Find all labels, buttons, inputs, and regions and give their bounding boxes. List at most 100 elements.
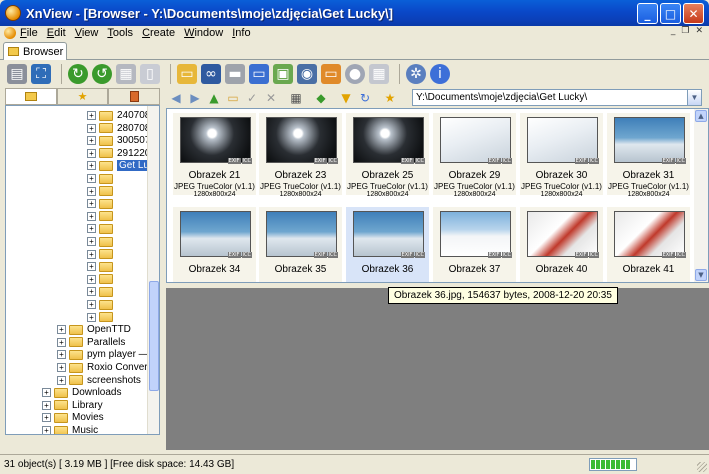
filter-icon[interactable]: ▼ — [338, 90, 354, 106]
forward-icon[interactable]: ▶ — [187, 90, 203, 106]
tree-item[interactable]: + Parallels — [57, 336, 125, 349]
back-icon[interactable]: ◀ — [168, 90, 184, 106]
preview-pane[interactable] — [166, 288, 709, 450]
maximize-button[interactable]: □ — [660, 3, 681, 24]
tab-favorites[interactable]: ★ — [56, 88, 109, 105]
close-button[interactable]: ✕ — [683, 3, 704, 24]
tree-item[interactable]: + Downloads — [42, 386, 121, 399]
tree-item[interactable]: + — [87, 273, 117, 286]
tree-item[interactable]: + screenshots — [57, 374, 141, 387]
scroll-up-icon[interactable]: ▲ — [695, 110, 707, 122]
tree-item[interactable]: + — [87, 197, 117, 210]
tree-item[interactable]: + — [87, 298, 117, 311]
expand-icon[interactable]: + — [87, 312, 96, 322]
expand-icon[interactable]: + — [87, 174, 96, 183]
tree-item[interactable]: + — [87, 222, 117, 235]
expand-icon[interactable]: + — [57, 363, 66, 372]
thumbnail-pane[interactable]: EXIF ICC Obrazek 21 JPEG TrueColor (v1.1) 12… — [166, 108, 709, 283]
thumbnail-item[interactable]: EXIF ICC Obrazek 37 — [433, 207, 516, 282]
tab-browser[interactable]: Browser — [3, 42, 67, 60]
new-folder-icon[interactable]: ▭ — [225, 90, 241, 106]
tree-item[interactable]: + — [87, 285, 117, 298]
refresh-icon[interactable]: ↻ — [68, 64, 88, 84]
menu-create[interactable]: Create — [142, 27, 175, 39]
tree-item[interactable]: +300507 — [87, 134, 150, 147]
scanner-icon[interactable]: ▤ — [7, 64, 27, 84]
sort-icon[interactable]: ◆ — [313, 90, 329, 106]
thumbnail-item[interactable]: EXIF ICC Obrazek 34 — [173, 207, 256, 282]
expand-icon[interactable]: + — [87, 211, 96, 221]
expand-icon[interactable]: + — [42, 426, 51, 434]
favorite-icon[interactable]: ★ — [382, 90, 398, 106]
menu-edit[interactable]: Edit — [47, 27, 66, 39]
tree-item[interactable]: + — [87, 185, 117, 198]
thumbnail-item[interactable]: EXIF ICC Obrazek 25 JPEG TrueColor (v1.1) 12… — [346, 113, 429, 198]
expand-icon[interactable]: + — [42, 400, 51, 410]
thumbnail-item[interactable]: EXIF ICC Obrazek 40 — [520, 207, 603, 282]
tree-scroll-thumb[interactable] — [149, 281, 159, 391]
convert-icon[interactable]: ● — [345, 64, 365, 84]
document-icon[interactable]: ▯ — [140, 64, 160, 84]
thumbnail-item[interactable]: EXIF ICC Obrazek 36 — [346, 207, 429, 282]
thumbnail-item[interactable]: EXIF ICC Obrazek 31 JPEG TrueColor (v1.1) 12… — [607, 113, 690, 198]
expand-icon[interactable]: + — [42, 388, 51, 398]
menu-file[interactable]: File — [20, 27, 38, 39]
tree-item[interactable]: + OpenTTD — [57, 323, 131, 336]
expand-icon[interactable]: + — [87, 249, 96, 259]
thumbnail-item[interactable]: EXIF ICC Obrazek 35 — [259, 207, 342, 282]
view-mode-icon[interactable]: ▦ — [288, 90, 304, 106]
xnview-app-icon[interactable] — [5, 5, 21, 21]
tree-item[interactable]: + pym player — na — [57, 348, 159, 361]
tree-item[interactable]: + — [87, 172, 117, 185]
expand-icon[interactable]: + — [87, 148, 96, 158]
tree-item[interactable]: + — [87, 311, 117, 324]
delete-icon[interactable]: ✕ — [263, 90, 279, 106]
path-dropdown-icon[interactable]: ▼ — [687, 90, 701, 105]
monitor-icon[interactable]: ▭ — [249, 64, 269, 84]
grid-icon[interactable]: ▦ — [369, 64, 389, 84]
tab-folders[interactable] — [5, 88, 57, 105]
minimize-button[interactable]: _ — [637, 3, 658, 24]
info-icon[interactable]: i — [430, 64, 450, 84]
mdi-close-icon[interactable]: ✕ — [695, 26, 703, 36]
check-icon[interactable]: ✓ — [244, 90, 260, 106]
expand-icon[interactable]: + — [87, 161, 96, 171]
resize-grip[interactable] — [697, 462, 707, 472]
expand-icon[interactable]: + — [87, 274, 96, 284]
expand-icon[interactable]: + — [87, 262, 96, 272]
expand-icon[interactable]: + — [87, 186, 96, 196]
tree-item[interactable]: + Movies — [42, 411, 104, 424]
path-field[interactable]: Y:\Documents\moje\zdjęcia\Get Lucky\ ▼ — [412, 89, 702, 106]
binoculars-icon[interactable]: ∞ — [201, 64, 221, 84]
open-icon[interactable]: ▭ — [177, 64, 197, 84]
fullscreen-icon[interactable]: ⛶ — [31, 64, 51, 84]
expand-icon[interactable]: + — [57, 337, 66, 347]
tree-scrollbar[interactable] — [147, 106, 159, 434]
thumbnail-item[interactable]: EXIF ICC Obrazek 21 JPEG TrueColor (v1.1) 12… — [173, 113, 256, 198]
tree-item[interactable]: + — [87, 235, 117, 248]
tree-item[interactable]: +280708 — [87, 122, 150, 135]
tree-item[interactable]: +240708 — [87, 109, 150, 122]
expand-icon[interactable]: + — [87, 199, 96, 209]
mdi-restore-icon[interactable]: ❐ — [681, 26, 689, 36]
mdi-minimize-icon[interactable]: _ — [671, 26, 676, 36]
expand-icon[interactable]: + — [87, 287, 96, 297]
tree-item[interactable]: + Music — [42, 424, 98, 434]
expand-icon[interactable]: + — [57, 350, 66, 360]
tree-item[interactable]: + — [87, 210, 117, 223]
thumbnail-item[interactable]: EXIF ICC Obrazek 41 — [607, 207, 690, 282]
expand-icon[interactable]: + — [87, 111, 96, 120]
menu-view[interactable]: View — [75, 27, 99, 39]
scroll-down-icon[interactable]: ▼ — [695, 269, 707, 281]
tree-item[interactable]: + Roxio Converted — [57, 361, 159, 374]
tree-item[interactable]: +2912200 — [87, 147, 156, 160]
expand-icon[interactable]: + — [87, 224, 96, 234]
document-menu-icon[interactable] — [4, 27, 16, 39]
settings-icon[interactable]: ✲ — [406, 64, 426, 84]
capture-icon[interactable]: ◉ — [297, 64, 317, 84]
expand-icon[interactable]: + — [87, 237, 96, 246]
expand-icon[interactable]: + — [87, 300, 96, 309]
expand-icon[interactable]: + — [57, 325, 66, 335]
thumbnail-item[interactable]: EXIF ICC Obrazek 29 JPEG TrueColor (v1.1) 12… — [433, 113, 516, 198]
slideshow-icon[interactable]: ▣ — [273, 64, 293, 84]
